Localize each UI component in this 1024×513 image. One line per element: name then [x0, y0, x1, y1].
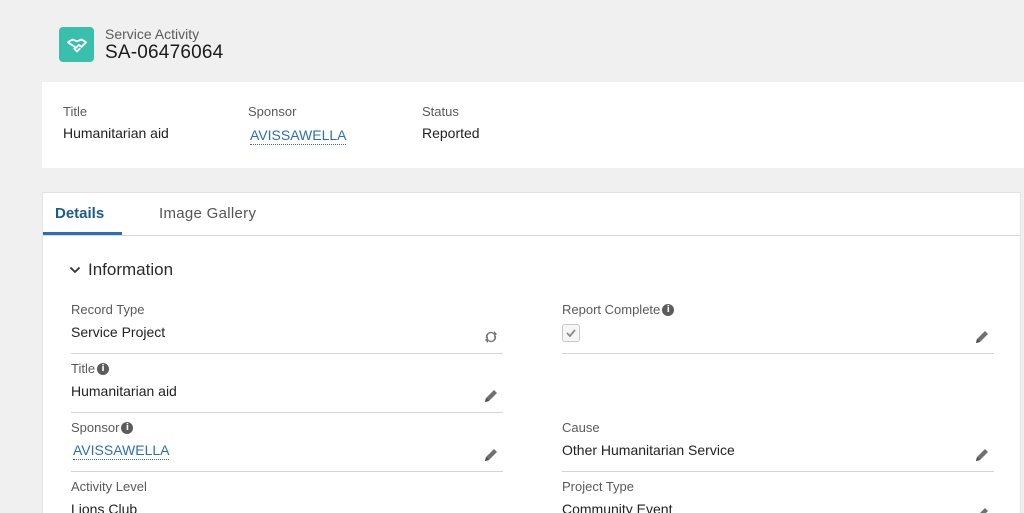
highlight-status-label: Status [422, 104, 459, 119]
highlights-panel: Title Humanitarian aid Sponsor AVISSAWEL… [42, 82, 1024, 168]
highlight-status-value: Reported [422, 125, 480, 141]
report-complete-checkbox[interactable] [562, 324, 580, 342]
highlight-sponsor-link[interactable]: AVISSAWELLA [250, 127, 347, 145]
field-label: Activity Level [71, 479, 147, 494]
field-title: Title i Humanitarian aid [71, 354, 503, 413]
pencil-icon[interactable] [974, 506, 990, 513]
object-type-label: Service Activity [105, 26, 200, 42]
field-label: Cause [562, 420, 600, 435]
field-project-type: Project Type Community Event [562, 472, 994, 513]
tab-image-gallery[interactable]: Image Gallery [159, 205, 256, 222]
field-label: Report Complete i [562, 302, 675, 317]
field-cause: Cause Other Humanitarian Service [562, 413, 994, 472]
sponsor-link[interactable]: AVISSAWELLA [73, 442, 170, 460]
handshake-icon [59, 27, 94, 62]
field-label-text: Report Complete [562, 302, 661, 317]
pencil-icon[interactable] [974, 447, 990, 463]
field-value: Community Event [562, 501, 673, 513]
highlight-title-label: Title [63, 104, 88, 119]
detail-card: Details Image Gallery Information Record… [42, 192, 1021, 513]
pencil-icon[interactable] [974, 329, 990, 345]
field-report-complete: Report Complete i [562, 295, 994, 354]
field-label: Record Type [71, 302, 145, 317]
field-activity-level: Activity Level Lions Club [71, 472, 503, 513]
section-title: Information [88, 260, 174, 279]
field-value: Lions Club [71, 501, 138, 513]
highlight-title: Title Humanitarian aid [63, 104, 169, 141]
chevron-down-icon [69, 266, 81, 274]
change-record-type-icon[interactable] [483, 329, 499, 345]
field-record-type: Record Type Service Project [71, 295, 503, 354]
info-icon[interactable]: i [662, 303, 675, 316]
highlight-sponsor: Sponsor AVISSAWELLA [248, 104, 347, 145]
info-icon[interactable]: i [97, 362, 110, 375]
record-name: SA-06476064 [105, 42, 224, 63]
info-icon[interactable]: i [121, 421, 134, 434]
field-sponsor: Sponsor i AVISSAWELLA [71, 413, 503, 472]
active-tab-indicator [43, 232, 122, 235]
tab-details[interactable]: Details [55, 205, 104, 222]
field-label: Title i [71, 361, 110, 376]
section-toggle-information[interactable]: Information [69, 260, 173, 280]
field-label: Project Type [562, 479, 635, 494]
page-header: Service Activity SA-06476064 [0, 0, 1024, 82]
highlight-status: Status Reported [422, 104, 480, 141]
pencil-icon[interactable] [483, 388, 499, 404]
field-value: Service Project [71, 324, 166, 340]
field-value: Other Humanitarian Service [562, 442, 735, 458]
highlight-sponsor-label: Sponsor [248, 104, 297, 119]
field-label: Sponsor i [71, 420, 134, 435]
checkmark-icon [566, 329, 576, 338]
pencil-icon[interactable] [483, 447, 499, 463]
highlight-title-value: Humanitarian aid [63, 125, 169, 141]
tab-bar: Details Image Gallery [43, 193, 1020, 236]
field-value: Humanitarian aid [71, 383, 177, 399]
field-label-text: Title [71, 361, 96, 376]
field-label-text: Sponsor [71, 420, 120, 435]
